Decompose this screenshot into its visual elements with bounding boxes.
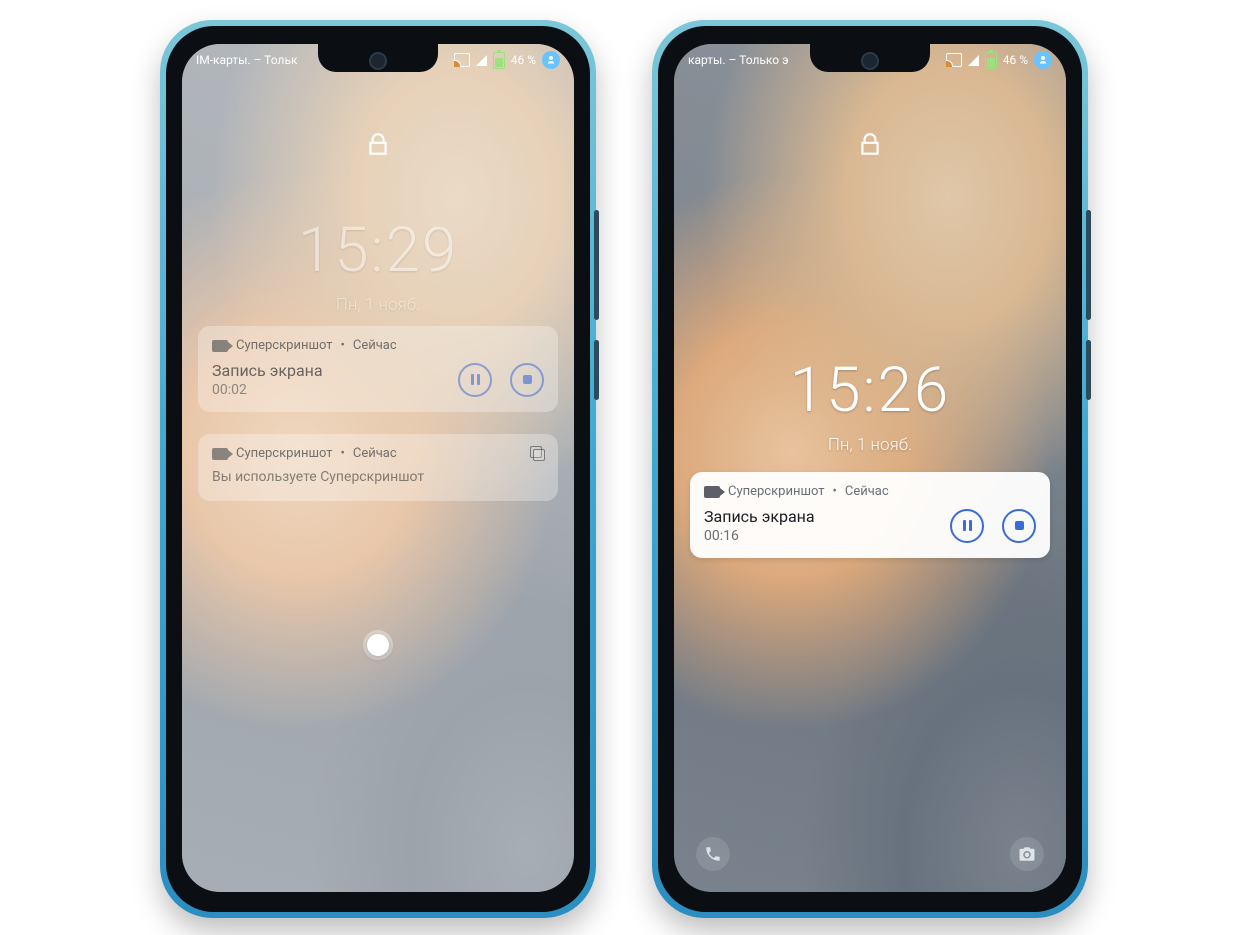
notif-sep: • — [340, 446, 344, 461]
volume-button[interactable] — [1086, 210, 1091, 320]
notif-line: Вы используете Суперскриншот — [212, 469, 544, 485]
stack-icon[interactable] — [530, 446, 544, 460]
battery-percent: 46 % — [511, 53, 536, 67]
cast-icon — [946, 53, 962, 67]
stop-button[interactable] — [1002, 509, 1036, 543]
lockscreen[interactable]: IM-карты. – Тольк 46 % 15:2 — [182, 44, 574, 892]
status-bar: IM-карты. – Тольк 46 % — [182, 44, 574, 76]
notification-recording[interactable]: Суперскриншот • Сейчас Запись экрана 00:… — [690, 472, 1050, 558]
clock-area: 15:26 Пн, 1 нояб. — [674, 354, 1066, 455]
videocam-icon — [212, 448, 228, 460]
notif-timer: 00:02 — [212, 382, 323, 398]
notif-when: Сейчас — [353, 338, 397, 353]
clock-time: 15:26 — [790, 354, 951, 427]
wallpaper — [674, 44, 1066, 892]
bottom-shortcuts — [674, 834, 1066, 874]
notif-app: Суперскриншот — [236, 446, 332, 461]
phone-shortcut[interactable] — [696, 837, 730, 871]
clock-date: Пн, 1 нояб. — [828, 435, 912, 455]
notification-usage[interactable]: Суперскриншот • Сейчас Вы используете Су… — [198, 434, 558, 501]
lockscreen[interactable]: карты. – Только э 46 % 15:2 — [674, 44, 1066, 892]
notif-timer: 00:16 — [704, 528, 815, 544]
notif-app: Суперскриншот — [728, 484, 824, 499]
volume-button[interactable] — [594, 210, 599, 320]
bezel: IM-карты. – Тольк 46 % 15:2 — [166, 26, 590, 912]
phone-left: IM-карты. – Тольк 46 % 15:2 — [160, 20, 596, 918]
power-button[interactable] — [594, 340, 599, 400]
cast-icon — [454, 53, 470, 67]
notification-recording[interactable]: Суперскриншот • Сейчас Запись экрана 00:… — [198, 326, 558, 412]
battery-icon — [493, 52, 505, 69]
stop-button[interactable] — [510, 363, 544, 397]
pause-button[interactable] — [458, 363, 492, 397]
notif-sep: • — [340, 338, 344, 353]
camera-shortcut[interactable] — [1010, 837, 1044, 871]
profile-icon[interactable] — [542, 51, 560, 69]
notif-sep: • — [832, 484, 836, 499]
power-button[interactable] — [1086, 340, 1091, 400]
videocam-icon — [212, 340, 228, 352]
lock-indicator — [182, 132, 574, 158]
clock-area: 15:29 Пн, 1 нояб. — [182, 214, 574, 315]
notif-title: Запись экрана — [212, 361, 323, 380]
assistive-dot[interactable] — [367, 634, 389, 656]
clock-date: Пн, 1 нояб. — [336, 295, 420, 315]
signal-icon — [476, 55, 487, 66]
battery-percent: 46 % — [1003, 53, 1028, 67]
battery-icon — [985, 52, 997, 69]
notif-app: Суперскриншот — [236, 338, 332, 353]
phone-right: карты. – Только э 46 % 15:2 — [652, 20, 1088, 918]
bezel: карты. – Только э 46 % 15:2 — [658, 26, 1082, 912]
notif-when: Сейчас — [353, 446, 397, 461]
status-left-text: IM-карты. – Тольк — [196, 53, 297, 67]
signal-icon — [968, 55, 979, 66]
profile-icon[interactable] — [1034, 51, 1052, 69]
status-left-text: карты. – Только э — [688, 53, 789, 67]
lock-indicator — [674, 132, 1066, 158]
videocam-icon — [704, 486, 720, 498]
pause-button[interactable] — [950, 509, 984, 543]
clock-time: 15:29 — [298, 214, 459, 287]
notif-title: Запись экрана — [704, 507, 815, 526]
status-bar: карты. – Только э 46 % — [674, 44, 1066, 76]
notif-when: Сейчас — [845, 484, 889, 499]
